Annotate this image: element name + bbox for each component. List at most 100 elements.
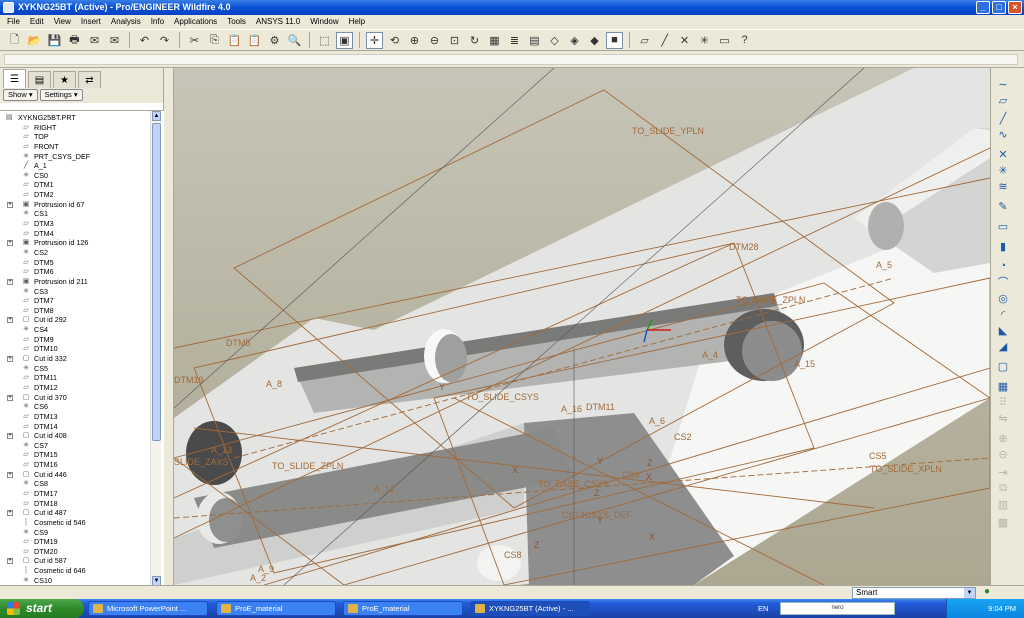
- cut-icon[interactable]: ✂: [186, 32, 203, 49]
- graphics-window[interactable]: TO_SLIDE_YPLN DTM28 A_5 TO_BASE_ZPLN DTM5 A_4…: [174, 68, 990, 585]
- menu-window[interactable]: Window: [305, 15, 343, 29]
- tree-item[interactable]: ▱ DTM7: [0, 296, 148, 306]
- tree-item[interactable]: ▱ DTM1: [0, 180, 148, 190]
- tree-item[interactable]: ▱ DTM15: [0, 450, 148, 460]
- start-button[interactable]: start: [0, 599, 84, 618]
- taskbar-task[interactable]: Microsoft PowerPoint ...: [88, 601, 208, 616]
- spin-center-icon[interactable]: ✛: [366, 31, 383, 49]
- select-box-icon[interactable]: ⬚: [316, 32, 333, 49]
- mirror-icon[interactable]: ⇋: [994, 410, 1012, 426]
- datum-label-to-slide-zpln[interactable]: TO_SLIDE_ZPLN: [272, 461, 343, 471]
- datum-label-a-6[interactable]: A_6: [649, 416, 665, 426]
- tree-item[interactable]: ▱ DTM3: [0, 219, 148, 229]
- datum-point-icon[interactable]: ✕: [994, 146, 1012, 162]
- datum-label-cs5[interactable]: CS5: [869, 451, 887, 461]
- tree-item[interactable]: ▱ DTM18: [0, 499, 148, 509]
- folder-browser-tab-icon[interactable]: ▤: [28, 71, 51, 88]
- selection-filter[interactable]: Smart ▼: [852, 587, 976, 599]
- print-icon[interactable]: 🖶: [66, 32, 83, 49]
- offset-icon[interactable]: ⧉: [994, 480, 1012, 496]
- copy-icon[interactable]: ⎘: [206, 32, 223, 49]
- rib-icon[interactable]: ▦: [994, 378, 1012, 394]
- tree-item[interactable]: ▱ DTM2: [0, 190, 148, 200]
- expand-icon[interactable]: +: [7, 433, 13, 440]
- datum-csys-icon[interactable]: ✳: [994, 162, 1012, 178]
- view-manager-icon[interactable]: ▤: [526, 32, 543, 49]
- expand-icon[interactable]: +: [7, 510, 13, 517]
- panel-sash[interactable]: [165, 68, 174, 585]
- show-button[interactable]: Show ▾: [3, 89, 38, 101]
- tree-item[interactable]: ▱ DTM5: [0, 258, 148, 268]
- tree-item[interactable]: ▱ DTM4: [0, 229, 148, 239]
- thicken-icon[interactable]: ▥: [994, 496, 1012, 512]
- context-help-icon[interactable]: ?: [736, 32, 753, 49]
- expand-icon[interactable]: +: [7, 278, 13, 285]
- tree-item[interactable]: + ▢ Cut id 332: [0, 354, 148, 364]
- save-icon[interactable]: 💾: [46, 32, 63, 49]
- menu-edit[interactable]: Edit: [25, 15, 49, 29]
- tree-item[interactable]: ▱ DTM8: [0, 306, 148, 316]
- zoom-out-icon[interactable]: ⊖: [426, 32, 443, 49]
- tree-item[interactable]: + ▣ Protrusion id 126: [0, 238, 148, 248]
- tree-root[interactable]: ▤ XYKNG25BT.PRT: [0, 113, 148, 123]
- no-hidden-icon[interactable]: ◆: [586, 32, 603, 49]
- tree-item[interactable]: + ▢ Cut id 446: [0, 470, 148, 480]
- expand-icon[interactable]: +: [7, 356, 13, 363]
- tree-item[interactable]: ✳ CS1: [0, 209, 148, 219]
- csys-icon[interactable]: ✳: [696, 32, 713, 49]
- tree-item[interactable]: ✳ CS5: [0, 364, 148, 374]
- tree-item[interactable]: + ▣ Protrusion id 67: [0, 200, 148, 210]
- datum-points-icon[interactable]: ✕: [676, 32, 693, 49]
- tree-item[interactable]: + ▢ Cut id 292: [0, 315, 148, 325]
- tree-item[interactable]: ▱ RIGHT: [0, 123, 148, 133]
- expand-icon[interactable]: +: [7, 317, 13, 324]
- scroll-up-icon[interactable]: ▲: [152, 111, 161, 121]
- tree-item[interactable]: ✳ CS0: [0, 171, 148, 181]
- shading-icon[interactable]: ■: [606, 31, 623, 49]
- datum-curve-icon[interactable]: ∿: [994, 126, 1012, 142]
- datum-label-to-slide-xpln[interactable]: TO_SLIDE_XPLN: [870, 464, 942, 474]
- tree-item[interactable]: ┆ Cosmetic id 546: [0, 518, 148, 528]
- minimize-button[interactable]: _: [976, 1, 990, 14]
- round-icon[interactable]: ◜: [994, 306, 1012, 322]
- tree-item[interactable]: ▱ DTM14: [0, 422, 148, 432]
- datum-label-cs2[interactable]: CS2: [674, 432, 692, 442]
- refit-icon[interactable]: ⊡: [446, 32, 463, 49]
- datum-label-a-2[interactable]: A_2: [250, 573, 266, 583]
- datum-label-to-slide-ypln[interactable]: TO_SLIDE_YPLN: [632, 126, 704, 136]
- repaint-icon[interactable]: ▣: [336, 31, 353, 49]
- regenerate-icon[interactable]: ⚙: [266, 32, 283, 49]
- extend-icon[interactable]: ⇥: [994, 464, 1012, 480]
- datum-label-slide-zaxs[interactable]: SLIDE_ZAXS: [174, 457, 229, 467]
- tree-item[interactable]: ╱ A_1: [0, 161, 148, 171]
- datum-label-to-base-zpln[interactable]: TO_BASE_ZPLN: [736, 295, 805, 305]
- expand-icon[interactable]: +: [7, 558, 13, 565]
- datum-axes-icon[interactable]: ╱: [656, 32, 673, 49]
- datum-label-a-15[interactable]: A_15: [794, 359, 815, 369]
- tree-item[interactable]: ✳ CS9: [0, 528, 148, 538]
- tree-item[interactable]: ✳ CS10: [0, 576, 148, 585]
- annotations-icon[interactable]: ▭: [716, 32, 733, 49]
- menu-info[interactable]: Info: [146, 15, 169, 29]
- solidify-icon[interactable]: ▩: [994, 514, 1012, 530]
- tree-item[interactable]: ▱ TOP: [0, 132, 148, 142]
- tree-item[interactable]: ▱ DTM16: [0, 460, 148, 470]
- clock[interactable]: 9:04 PM: [988, 604, 1016, 613]
- taskbar-task[interactable]: ProE_material: [216, 601, 336, 616]
- connections-tab-icon[interactable]: ⇄: [78, 71, 101, 88]
- paste-icon[interactable]: 📋: [226, 32, 243, 49]
- insert-edit-icon[interactable]: ▭: [994, 218, 1012, 234]
- datum-label-to-slide-csys[interactable]: TO_SLIDE_CSYS: [466, 392, 539, 402]
- draft-icon[interactable]: ◢: [994, 338, 1012, 354]
- model-tree-tab-icon[interactable]: ☰: [3, 69, 26, 88]
- open-icon[interactable]: 📂: [26, 32, 43, 49]
- new-icon[interactable]: 🗋: [6, 32, 23, 49]
- pattern-icon[interactable]: ⠿: [994, 394, 1012, 410]
- tree-scrollbar[interactable]: ▲ ▼: [150, 111, 161, 585]
- sketched-curve-icon[interactable]: ╱: [994, 110, 1012, 126]
- tree-item[interactable]: + ▢ Cut id 408: [0, 431, 148, 441]
- datum-label-dtm28[interactable]: DTM28: [729, 242, 759, 252]
- layers-icon[interactable]: ≣: [506, 32, 523, 49]
- expand-icon[interactable]: +: [7, 201, 13, 208]
- menu-ansys-11-0[interactable]: ANSYS 11.0: [251, 15, 305, 29]
